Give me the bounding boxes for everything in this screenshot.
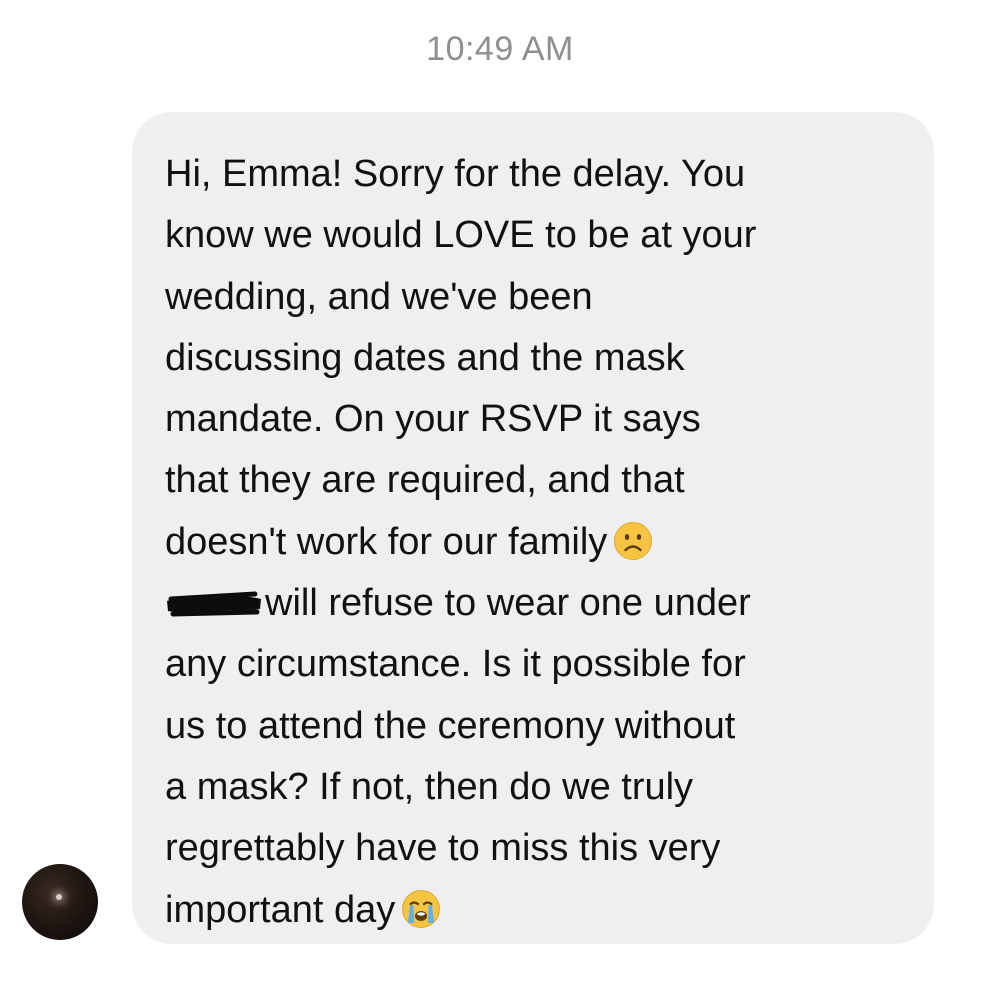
message-line-with-emoji: important day [165, 880, 914, 941]
message-line: discussing dates and the mask [165, 336, 685, 379]
message-line: will refuse to wear one under [265, 582, 751, 625]
chat-screen: 10:49 AM Hi, Emma! Sorry for the delay. … [0, 0, 1000, 1000]
message-line: know we would LOVE to be at your [165, 214, 757, 257]
frowning-face-emoji-icon [613, 521, 653, 561]
message-line: doesn't work for our family [165, 520, 608, 563]
message-text: Hi, Emma! Sorry for the delay. You know … [165, 144, 914, 941]
loudly-crying-face-emoji-icon [401, 889, 441, 929]
redacted-name-mark [165, 587, 263, 621]
message-line: important day [165, 888, 396, 931]
message-line: that they are required, and that [165, 459, 685, 502]
message-line: a mask? If not, then do we truly [165, 765, 694, 808]
received-message-bubble[interactable]: Hi, Emma! Sorry for the delay. You know … [132, 112, 934, 944]
message-line: us to attend the ceremony without [165, 704, 736, 747]
message-timestamp: 10:49 AM [426, 30, 574, 68]
message-line-with-emoji: doesn't work for our family [165, 512, 914, 573]
message-line: wedding, and we've been [165, 275, 593, 318]
sender-avatar[interactable] [22, 864, 98, 940]
message-line: mandate. On your RSVP it says [165, 398, 701, 441]
message-line: Hi, Emma! Sorry for the delay. You [165, 153, 746, 195]
message-line: regrettably have to miss this very [165, 827, 721, 870]
message-line-with-redaction: will refuse to wear one under [165, 573, 914, 634]
avatar-highlight [56, 894, 62, 900]
message-line: any circumstance. Is it possible for [165, 643, 746, 686]
